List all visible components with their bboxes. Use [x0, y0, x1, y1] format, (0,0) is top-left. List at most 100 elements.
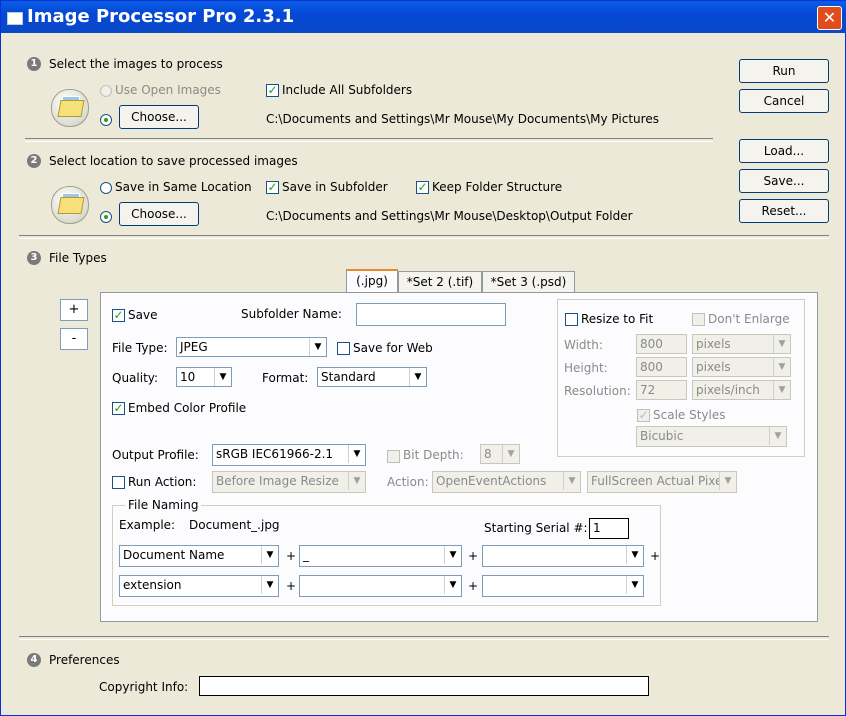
format-select[interactable]: Standard ▼	[317, 367, 427, 387]
load-button[interactable]: Load...	[739, 139, 829, 163]
reset-button[interactable]: Reset...	[739, 199, 829, 223]
resize-to-fit-label: Resize to Fit	[581, 312, 654, 326]
naming-field-2-2[interactable]: ▼	[299, 575, 462, 597]
chevron-down-icon: ▼	[563, 472, 580, 490]
embed-profile-checkbox[interactable]: ✓	[112, 402, 125, 415]
save-subfolder-checkbox[interactable]: ✓	[266, 181, 279, 194]
resolution-unit-select[interactable]: pixels/inch ▼	[692, 380, 791, 400]
action-select[interactable]: FullScreen Actual Pixels ▼	[587, 471, 737, 493]
resample-method-select[interactable]: Bicubic ▼	[636, 426, 787, 447]
chevron-down-icon: ▼	[444, 576, 461, 594]
chevron-down-icon: ▼	[309, 338, 326, 356]
scale-styles-label: Scale Styles	[653, 408, 726, 422]
image-processor-window: Image Processor Pro 2.3.1 ✕ 1 Select the…	[0, 0, 846, 716]
chevron-down-icon: ▼	[261, 576, 278, 594]
plus-sign: +	[286, 549, 297, 563]
quality-select[interactable]: 10 ▼	[176, 367, 232, 387]
naming-field-1-3[interactable]: ▼	[482, 545, 644, 567]
title-bar[interactable]: Image Processor Pro 2.3.1 ✕	[1, 1, 846, 33]
width-label: Width:	[564, 338, 603, 352]
section3-heading: File Types	[49, 251, 107, 265]
same-location-label: Save in Same Location	[115, 180, 252, 194]
source-folder-radio[interactable]	[100, 114, 112, 126]
example-label: Example:	[119, 518, 176, 532]
resize-to-fit-checkbox[interactable]	[565, 313, 578, 326]
step-3-badge: 3	[27, 251, 41, 265]
save-for-web-checkbox[interactable]	[337, 342, 350, 355]
tab-tif[interactable]: *Set 2 (.tif)	[398, 271, 482, 293]
quality-label: Quality:	[112, 371, 159, 385]
naming-field-2-3[interactable]: ▼	[482, 575, 644, 597]
chevron-down-icon: ▼	[719, 472, 736, 490]
section1-heading: Select the images to process	[49, 57, 223, 71]
run-action-select[interactable]: Before Image Resize ▼	[212, 471, 366, 493]
run-button[interactable]: Run	[739, 59, 829, 83]
choose-output-button[interactable]: Choose...	[119, 202, 199, 226]
serial-input[interactable]: 1	[589, 518, 629, 539]
images-folder-icon	[51, 89, 89, 127]
plus-sign: +	[650, 549, 661, 563]
copyright-input[interactable]	[199, 676, 649, 696]
chevron-down-icon: ▼	[502, 445, 519, 463]
file-type-select[interactable]: JPEG ▼	[176, 337, 327, 357]
action-set-select[interactable]: OpenEventActions ▼	[432, 471, 581, 493]
tab-psd[interactable]: *Set 3 (.psd)	[482, 271, 575, 293]
remove-set-button[interactable]: -	[60, 328, 88, 350]
keep-structure-label: Keep Folder Structure	[432, 180, 563, 194]
bit-depth-label: Bit Depth:	[403, 448, 464, 462]
embed-profile-label: Embed Color Profile	[128, 401, 247, 415]
file-type-label: File Type:	[112, 341, 168, 355]
save-type-checkbox[interactable]: ✓	[112, 309, 125, 322]
scale-styles-checkbox[interactable]: ✓	[637, 409, 650, 422]
naming-field-1-2[interactable]: _ ▼	[299, 545, 462, 567]
chevron-down-icon: ▼	[773, 335, 790, 353]
bit-depth-checkbox[interactable]	[387, 450, 400, 463]
close-button[interactable]: ✕	[817, 6, 842, 30]
width-unit-select[interactable]: pixels ▼	[692, 334, 791, 354]
bit-depth-select[interactable]: 8 ▼	[480, 444, 520, 464]
run-action-label: Run Action:	[128, 475, 197, 489]
file-naming-legend: File Naming	[125, 498, 202, 512]
add-set-button[interactable]: +	[60, 299, 88, 321]
output-path: C:\Documents and Settings\Mr Mouse\Deskt…	[266, 209, 633, 223]
naming-field-1-1[interactable]: Document Name ▼	[119, 545, 279, 567]
subfolder-name-input[interactable]	[356, 303, 506, 326]
example-value: Document_.jpg	[189, 518, 280, 532]
use-open-images-radio[interactable]	[100, 85, 112, 97]
chevron-down-icon: ▼	[769, 427, 786, 445]
window-title: Image Processor Pro 2.3.1	[27, 6, 295, 27]
source-path: C:\Documents and Settings\Mr Mouse\My Do…	[266, 112, 659, 126]
resolution-input[interactable]: 72	[636, 380, 687, 400]
cancel-button[interactable]: Cancel	[739, 89, 829, 113]
chevron-down-icon: ▼	[261, 546, 278, 564]
dont-enlarge-checkbox[interactable]	[692, 313, 705, 326]
serial-label: Starting Serial #:	[484, 521, 588, 535]
step-4-badge: 4	[27, 653, 41, 667]
chevron-down-icon: ▼	[348, 472, 365, 490]
plus-sign: +	[286, 579, 297, 593]
chevron-down-icon: ▼	[409, 368, 426, 386]
output-folder-radio[interactable]	[100, 211, 112, 223]
run-action-checkbox[interactable]	[112, 476, 125, 489]
include-subfolders-label: Include All Subfolders	[282, 83, 413, 97]
subfolder-name-label: Subfolder Name:	[241, 307, 342, 321]
chevron-down-icon: ▼	[348, 445, 365, 463]
tab-jpg[interactable]: (.jpg)	[346, 269, 398, 294]
width-input[interactable]: 800	[636, 334, 687, 354]
height-unit-select[interactable]: pixels ▼	[692, 357, 791, 377]
action-label: Action:	[387, 475, 429, 489]
divider	[19, 235, 829, 239]
height-input[interactable]: 800	[636, 357, 687, 377]
output-profile-select[interactable]: sRGB IEC61966-2.1 ▼	[212, 444, 366, 466]
choose-source-button[interactable]: Choose...	[119, 105, 199, 129]
save-settings-button[interactable]: Save...	[739, 169, 829, 193]
same-location-radio[interactable]	[100, 182, 112, 194]
chevron-down-icon: ▼	[626, 546, 643, 564]
include-subfolders-checkbox[interactable]: ✓	[266, 84, 279, 97]
save-subfolder-label: Save in Subfolder	[282, 180, 388, 194]
height-label: Height:	[564, 361, 608, 375]
chevron-down-icon: ▼	[444, 546, 461, 564]
naming-field-2-1[interactable]: extension ▼	[119, 575, 279, 597]
keep-structure-checkbox[interactable]: ✓	[416, 181, 429, 194]
app-icon	[7, 12, 23, 25]
